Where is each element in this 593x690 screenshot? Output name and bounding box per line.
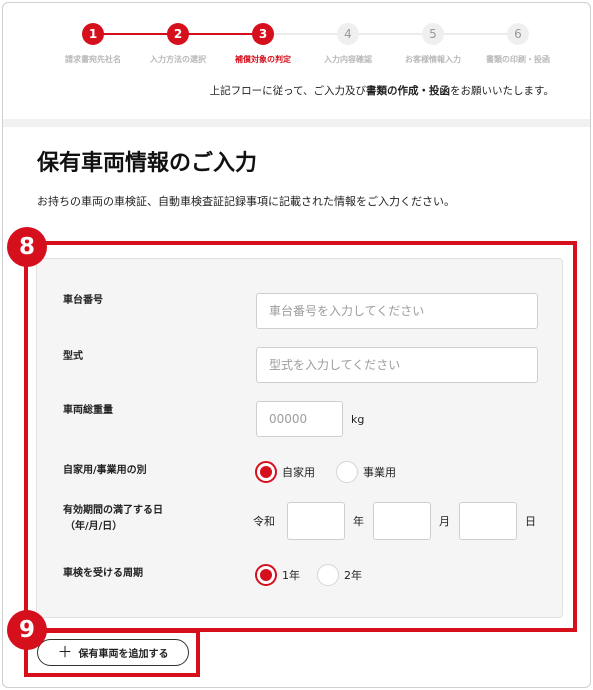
annotation-outline-add-button <box>24 629 200 677</box>
step-number: 2 <box>167 23 189 45</box>
flow-instruction: 上記フローに従って、ご入力及び書類の作成・投函をお願いいたします。 <box>210 83 554 98</box>
progress-stepper: 1 請求書宛先社名 2 入力方法の選択 3 補償対象の判定 4 入力内容確認 5… <box>51 23 571 73</box>
step-2: 2 入力方法の選択 <box>133 23 223 65</box>
step-number: 4 <box>337 23 359 45</box>
page-title: 保有車両情報のご入力 <box>37 151 258 176</box>
step-number: 3 <box>252 23 274 45</box>
step-label: お客様情報入力 <box>405 55 461 64</box>
annotation-badge-8: 8 <box>7 227 47 267</box>
step-label: 補償対象の判定 <box>235 55 291 64</box>
flow-note-suffix: をお願いいたします。 <box>450 85 554 97</box>
step-4: 4 入力内容確認 <box>303 23 393 65</box>
step-number: 1 <box>82 23 104 45</box>
step-number: 6 <box>507 23 529 45</box>
step-1: 1 請求書宛先社名 <box>48 23 138 65</box>
flow-note-emphasis: 書類の作成・投函 <box>366 85 451 97</box>
step-3: 3 補償対象の判定 <box>218 23 308 65</box>
section-divider <box>3 119 590 127</box>
annotation-outline-form <box>24 241 577 632</box>
step-label: 入力内容確認 <box>324 55 372 64</box>
step-6: 6 書類の印刷・投函 <box>473 23 563 65</box>
section-description: お持ちの車両の車検証、自動車検査証記録事項に記載された情報をご入力ください。 <box>37 195 455 208</box>
step-number: 5 <box>422 23 444 45</box>
flow-note-prefix: 上記フローに従って、ご入力及び <box>209 85 367 97</box>
step-label: 入力方法の選択 <box>150 55 206 64</box>
step-5: 5 お客様情報入力 <box>388 23 478 65</box>
page-frame: 1 請求書宛先社名 2 入力方法の選択 3 補償対象の判定 4 入力内容確認 5… <box>2 2 591 688</box>
annotation-badge-9: 9 <box>7 610 47 650</box>
step-label: 書類の印刷・投函 <box>486 55 550 64</box>
step-label: 請求書宛先社名 <box>65 55 121 64</box>
